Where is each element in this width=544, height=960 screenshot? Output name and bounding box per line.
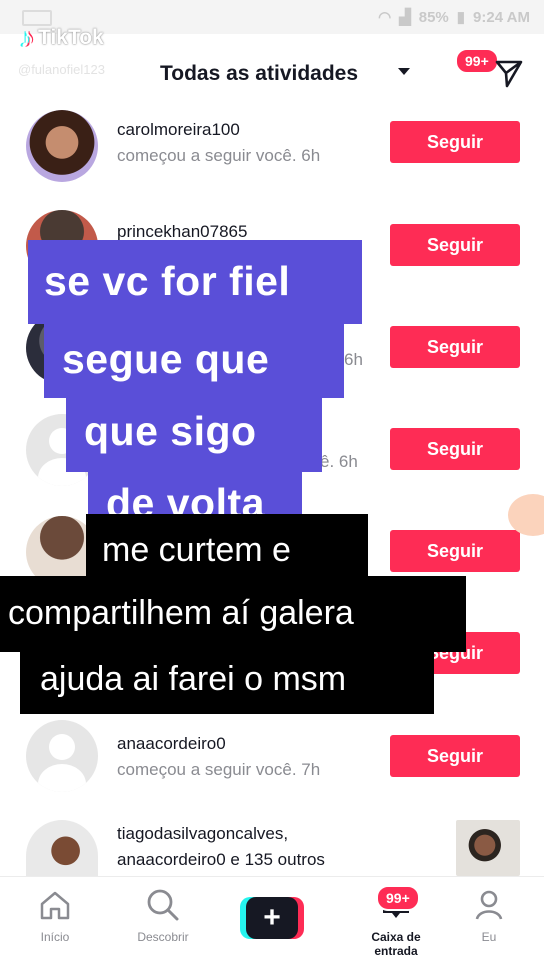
bottom-navigation: Início Descobrir + Caixa de entrada 99+ … — [0, 876, 544, 960]
nav-discover[interactable]: Descobrir — [118, 887, 208, 944]
home-icon — [40, 891, 70, 920]
follow-button[interactable]: Seguir — [390, 735, 520, 777]
overlay-line: segue que — [44, 322, 344, 398]
direct-message-icon[interactable] — [494, 58, 524, 88]
video-thumbnail[interactable] — [456, 820, 520, 876]
clock: 9:24 AM — [473, 8, 530, 26]
activity-filter-title[interactable]: Todas as atividades — [160, 62, 358, 86]
follow-button[interactable]: Seguir — [390, 121, 520, 163]
overlay-line: de volta — [88, 470, 302, 520]
nav-home-label: Início — [40, 930, 70, 944]
activity-subtext: anaacordeiro0 e 135 outros — [117, 850, 325, 869]
inbox-header: Todas as atividades 99+ — [0, 40, 544, 110]
list-item: carolmoreira100 começou a seguir você. 6… — [0, 110, 544, 210]
avatar[interactable] — [26, 110, 98, 182]
status-indicators: ◠ ▟ 85% ▮ 9:24 AM — [378, 8, 530, 27]
overlay-line: que sigo — [66, 396, 322, 472]
nav-profile-label: Eu — [481, 930, 497, 944]
username[interactable]: tiagodasilvagoncalves, — [117, 824, 288, 844]
activity-subtext: 6h — [344, 350, 363, 369]
wifi-icon: ◠ — [378, 9, 392, 26]
follow-button[interactable]: Seguir — [390, 428, 520, 470]
caption-line: me curtem e — [86, 514, 368, 578]
messages-badge: 99+ — [455, 48, 499, 74]
overlay-line: se vc for fiel — [28, 240, 362, 324]
nav-inbox-label: Caixa de entrada — [371, 930, 421, 958]
username[interactable]: princekhan07865 — [117, 222, 247, 242]
avatar[interactable] — [26, 720, 98, 792]
avatar[interactable] — [26, 820, 98, 876]
search-icon — [147, 889, 179, 921]
activity-subtext: começou a seguir você. 6h — [117, 146, 321, 165]
follow-button[interactable]: Seguir — [390, 530, 520, 572]
inbox-badge: 99+ — [376, 885, 420, 911]
nav-discover-label: Descobrir — [137, 930, 189, 944]
follow-button[interactable]: Seguir — [390, 224, 520, 266]
create-button[interactable]: + — [240, 897, 304, 939]
activity-subtext: ê. 6h — [320, 452, 358, 471]
activity-subtext: começou a seguir você. 7h — [117, 760, 321, 779]
battery-level: 85% — [418, 8, 449, 26]
follow-button[interactable]: Seguir — [390, 326, 520, 368]
battery-icon: ▮ — [456, 9, 466, 26]
list-item: anaacordeiro0 começou a seguir você. 7h … — [0, 720, 544, 820]
profile-icon — [475, 890, 503, 920]
plus-icon: + — [246, 897, 298, 939]
caption-line: ajuda ai farei o msm — [20, 650, 434, 714]
nav-profile[interactable]: Eu — [444, 887, 534, 944]
signal-icon: ▟ — [399, 9, 411, 26]
chevron-down-icon[interactable] — [398, 68, 410, 75]
username[interactable]: carolmoreira100 — [117, 120, 240, 140]
caption-line: compartilhem aí galera — [0, 576, 466, 652]
nav-home[interactable]: Início — [10, 887, 100, 944]
username[interactable]: anaacordeiro0 — [117, 734, 226, 754]
